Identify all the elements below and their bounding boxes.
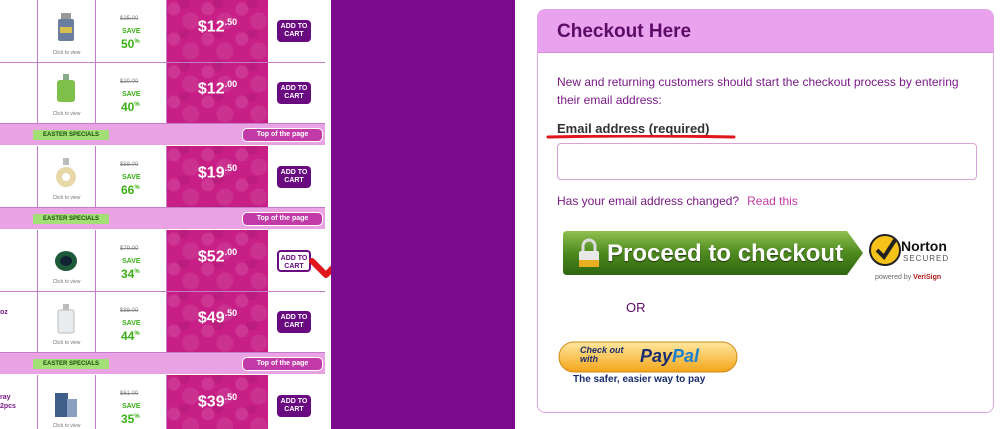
click-to-view[interactable]: Click to view — [38, 423, 95, 429]
product-row: Click to view $79.00 SAVE 34% $52.00 ADD… — [0, 230, 325, 292]
product-image[interactable]: Click to view — [38, 146, 96, 207]
perfume-bottle-icon — [55, 251, 77, 271]
checkout-header: Checkout Here — [538, 10, 993, 53]
easter-specials-label: EASTER SPECIALS — [33, 214, 109, 224]
discount-percent: 35% — [121, 412, 140, 426]
purple-divider — [331, 0, 515, 429]
old-price: $88.00 — [120, 308, 139, 314]
save-label: SAVE — [122, 91, 141, 98]
product-image[interactable]: Click to view — [38, 292, 96, 352]
checkout-intro: New and returning customers should start… — [557, 75, 959, 107]
email-input[interactable] — [557, 143, 977, 180]
section-band: EASTER SPECIALS Top of the page — [0, 353, 325, 374]
discount-percent: 66% — [121, 183, 140, 197]
discount-percent: 44% — [121, 329, 140, 343]
product-row: Click to view $25.00 SAVE 50% $12.50 ADD… — [0, 0, 325, 63]
click-to-view[interactable]: Click to view — [38, 340, 95, 346]
checkout-panel: Checkout Here New and returning customer… — [537, 9, 994, 413]
perfume-bottle-icon — [55, 393, 77, 417]
paypal-logo: PayPal — [640, 346, 700, 366]
discount-percent: 40% — [121, 100, 140, 114]
old-price: $61.00 — [120, 391, 139, 397]
perfume-bottle-icon — [57, 74, 75, 102]
click-to-view[interactable]: Click to view — [38, 111, 95, 117]
norton-secured-badge: Norton SECURED powered by VeriSign — [867, 230, 967, 285]
click-to-view[interactable]: Click to view — [38, 50, 95, 56]
paypal-checkout-text: Check out with — [580, 345, 624, 364]
perfume-bottle-icon — [56, 158, 76, 187]
read-this-link[interactable]: Read this — [747, 194, 798, 208]
section-band: EASTER SPECIALS Top of the page — [0, 208, 325, 229]
product-row: Click to view $20.00 SAVE 40% $12.00 ADD… — [0, 63, 325, 124]
discount-percent: 50% — [121, 37, 140, 51]
product-name: oz — [0, 309, 8, 316]
product-name: ray 2pcs — [0, 394, 16, 410]
lock-icon — [579, 238, 599, 267]
product-image[interactable]: Click to view — [38, 230, 96, 291]
add-to-cart-button[interactable]: ADD TO CART — [277, 82, 311, 104]
easter-specials-label: EASTER SPECIALS — [33, 130, 109, 140]
section-band: EASTER SPECIALS Top of the page — [0, 124, 325, 145]
save-label: SAVE — [122, 174, 141, 181]
perfume-bottle-icon — [57, 304, 75, 334]
save-label: SAVE — [122, 320, 141, 327]
proceed-to-checkout-button[interactable]: Proceed to checkout — [563, 231, 863, 275]
product-list: Click to view $25.00 SAVE 50% $12.50 ADD… — [0, 0, 331, 429]
sale-price: $12.00 — [197, 79, 238, 98]
perfume-bottle-icon — [58, 13, 74, 41]
sale-price: $19.50 — [197, 163, 238, 182]
product-row: Click to view $58.00 SAVE 66% $19.50 ADD… — [0, 146, 325, 208]
click-to-view[interactable]: Click to view — [38, 195, 95, 201]
add-to-cart-button[interactable]: ADD TO CART — [277, 166, 311, 188]
old-price: $25.00 — [120, 16, 139, 22]
sale-price: $12.50 — [197, 17, 238, 36]
checkout-title: Checkout Here — [557, 21, 692, 42]
save-label: SAVE — [122, 28, 141, 35]
product-image[interactable]: Click to view — [38, 63, 96, 123]
sale-price: $39.50 — [197, 392, 238, 411]
paypal-tagline: The safer, easier way to pay — [573, 374, 706, 385]
sale-price: $49.50 — [197, 308, 238, 327]
discount-percent: 34% — [121, 267, 140, 281]
paypal-checkout-button[interactable]: Check out with PayPal — [558, 341, 738, 373]
save-label: SAVE — [122, 258, 141, 265]
sale-price: $52.00 — [197, 247, 238, 266]
add-to-cart-button[interactable]: ADD TO CART — [277, 20, 311, 42]
top-of-page-link[interactable]: Top of the page — [242, 128, 323, 142]
product-row: oz Click to view $88.00 SAVE 44% $49.50 … — [0, 292, 325, 353]
email-changed-text: Has your email address changed? Read this — [557, 194, 798, 208]
product-row: ray 2pcs Click to view $61.00 SAVE 35% $… — [0, 375, 325, 429]
add-to-cart-button[interactable]: ADD TO CART — [277, 395, 311, 417]
top-of-page-link[interactable]: Top of the page — [242, 357, 323, 371]
product-image[interactable]: Click to view — [38, 0, 96, 62]
top-of-page-link[interactable]: Top of the page — [242, 212, 323, 226]
email-label: Email address (required) — [557, 121, 710, 136]
old-price: $58.00 — [120, 162, 139, 168]
easter-specials-label: EASTER SPECIALS — [33, 359, 109, 369]
add-to-cart-button[interactable]: ADD TO CART — [277, 250, 311, 272]
old-price: $79.00 — [120, 246, 139, 252]
add-to-cart-button[interactable]: ADD TO CART — [277, 311, 311, 333]
save-label: SAVE — [122, 403, 141, 410]
old-price: $20.00 — [120, 79, 139, 85]
or-separator: OR — [626, 300, 646, 315]
red-underline-annotation — [546, 135, 736, 139]
click-to-view[interactable]: Click to view — [38, 279, 95, 285]
product-image[interactable]: Click to view — [38, 375, 96, 429]
